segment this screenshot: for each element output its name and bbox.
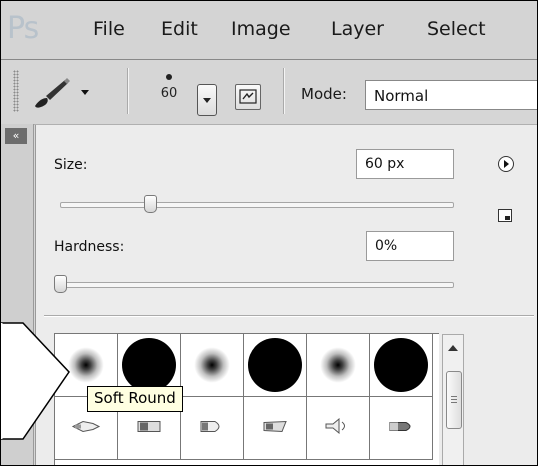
callout-arrow — [1, 322, 70, 440]
photoshop-window: Ps File Edit Image Layer Select 60 Mode:… — [0, 0, 538, 466]
